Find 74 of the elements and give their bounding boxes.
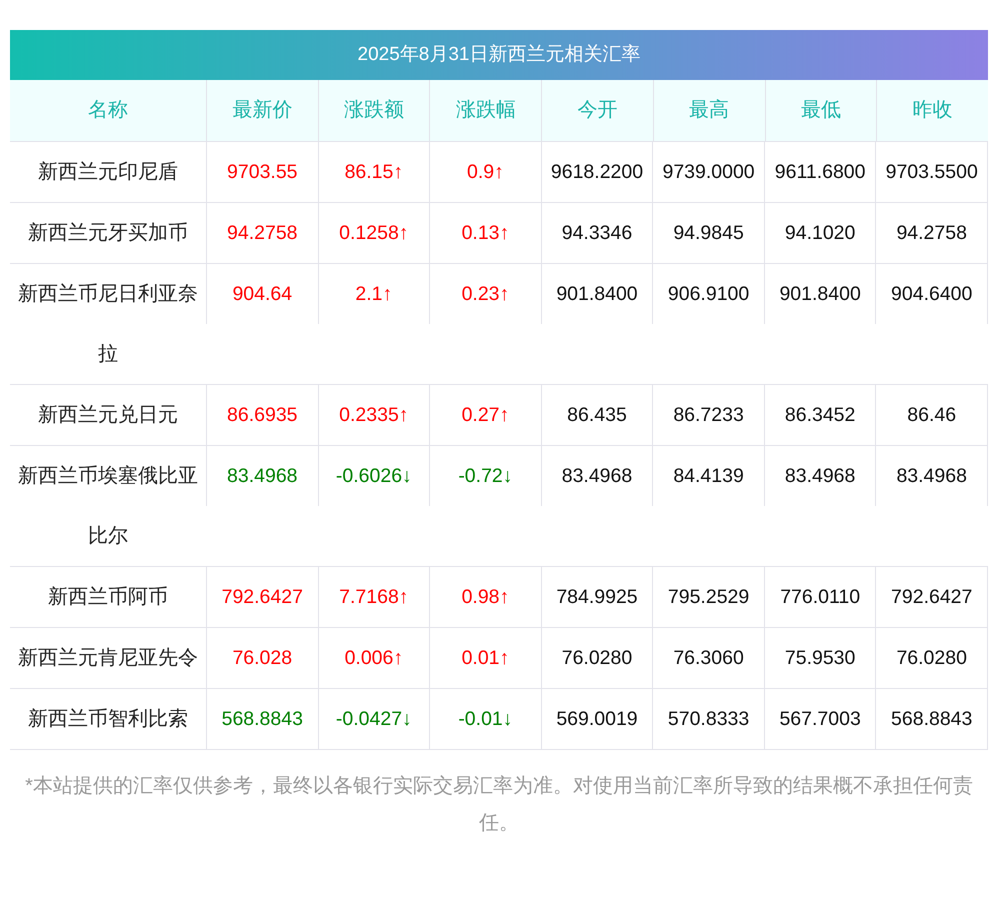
column-header: 最高 [652,80,765,141]
table-cell: 570.8333 [652,689,764,749]
table-cell: 0.006↑ [318,628,430,688]
table-cell-text: 新西兰币智利比索 [27,707,189,732]
table-cell: 75.9530 [764,628,876,688]
table-cell: 83.4968 [875,446,987,506]
table-cell-text: 新西兰元印尼盾 [37,160,179,185]
table-cell: 0.13↑ [429,203,541,263]
table-cell: 568.8843 [875,689,987,749]
table-cell: 86.435 [540,385,652,445]
table-cell: 0.2335↑ [318,385,430,445]
table-cell: 76.0280 [875,628,987,688]
column-header: 今开 [541,80,653,141]
table-cell: 901.8400 [764,264,876,324]
table-cell: 0.23↑ [429,264,541,324]
table-cell: 86.6935 [206,385,318,445]
table-cell: 567.7003 [764,689,876,749]
table-cell: 0.27↑ [429,385,541,445]
table-cell: 2.1↑ [318,264,430,324]
table-cell: 792.6427 [875,567,987,627]
table-cell-text: 新西兰币尼日利亚奈拉 [17,282,199,367]
table-cell: 569.0019 [540,689,652,749]
table-cell: 9703.55 [206,142,318,202]
table-cell: 795.2529 [652,567,764,627]
table-cell-text: 新西兰元牙买加币 [27,221,189,246]
table-cell: 94.2758 [206,203,318,263]
table-cell: 9611.6800 [764,142,876,202]
table-cell: 83.4968 [540,446,652,506]
table-cell: 792.6427 [206,567,318,627]
table-cell: 0.1258↑ [318,203,430,263]
column-header: 涨跌幅 [429,80,542,141]
table-cell: -0.72↓ [429,446,541,506]
table-cell: 784.9925 [540,567,652,627]
column-header: 昨收 [876,80,988,141]
table-cell: 84.4139 [652,446,764,506]
table-cell: 76.028 [206,628,318,688]
table-cell: 76.3060 [652,628,764,688]
table-cell: 901.8400 [540,264,652,324]
table-cell: 776.0110 [764,567,876,627]
table-cell: 904.64 [206,264,318,324]
table-cell: 86.15↑ [318,142,430,202]
table-cell: 86.7233 [652,385,764,445]
table-cell: 83.4968 [764,446,876,506]
table-title: 2025年8月31日新西兰元相关汇率 [10,30,988,80]
table-cell-text: 新西兰元兑日元 [37,403,179,428]
column-header: 涨跌额 [318,80,430,141]
table-cell: 94.3346 [540,203,652,263]
table-cell: 86.3452 [764,385,876,445]
table-cell: -0.0427↓ [318,689,430,749]
table-cell: 9703.5500 [875,142,987,202]
table-cell: 0.01↑ [429,628,541,688]
column-header: 最低 [764,80,876,141]
table-cell: 86.46 [875,385,987,445]
table-cell: -0.01↓ [429,689,541,749]
table-cell: 94.1020 [764,203,876,263]
table-cell: 9618.2200 [540,142,652,202]
table-cell-text: 新西兰币埃塞俄比亚比尔 [17,464,199,549]
column-header: 最新价 [206,80,318,141]
table-cell: 83.4968 [206,446,318,506]
table-cell: 906.9100 [652,264,764,324]
table-cell: 76.0280 [540,628,652,688]
table-cell: 0.9↑ [429,142,541,202]
table-cell: 7.7168↑ [318,567,430,627]
table-cell: 904.6400 [875,264,987,324]
column-header: 名称 [87,98,129,123]
table-cell: 9739.0000 [652,142,764,202]
table-cell: 94.2758 [875,203,987,263]
table-cell-text: 新西兰元肯尼亚先令 [17,646,199,671]
disclaimer-text: *本站提供的汇率仅供参考，最终以各银行实际交易汇率为准。对使用当前汇率所导致的结果概不承担任何责任。 [24,774,974,836]
table-cell-text: 新西兰币阿币 [47,585,169,610]
table-cell: 0.98↑ [429,567,541,627]
table-cell: -0.6026↓ [318,446,430,506]
table-cell: 568.8843 [206,689,318,749]
table-cell: 94.9845 [652,203,764,263]
